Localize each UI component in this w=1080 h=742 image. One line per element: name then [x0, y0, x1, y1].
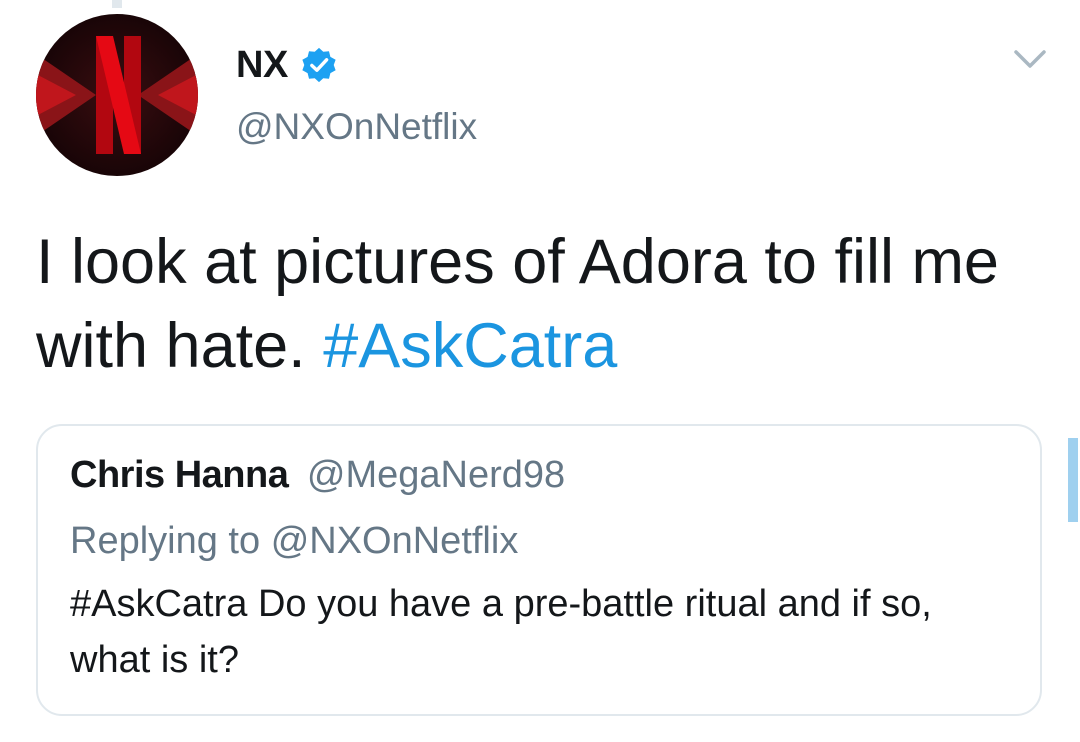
quoted-tweet-card[interactable]: Chris Hanna @MegaNerd98 Replying to @NXO… [36, 424, 1042, 716]
author-display-name[interactable]: NX [236, 44, 288, 87]
quoted-tweet-header: Chris Hanna @MegaNerd98 [70, 454, 565, 497]
quoted-author-name: Chris Hanna [70, 454, 289, 496]
tweet-text: I look at pictures of Adora to fill me w… [36, 220, 1046, 388]
replying-to-label: Replying to [70, 520, 261, 562]
quoted-author-handle: @MegaNerd98 [306, 454, 566, 496]
scrollbar[interactable] [1068, 438, 1078, 522]
verified-badge-icon [302, 47, 336, 83]
hashtag-link[interactable]: #AskCatra [323, 311, 617, 381]
replying-to-handle: @NXOnNetflix [270, 520, 519, 562]
thread-connector-line [112, 0, 122, 8]
quoted-tweet-text: #AskCatra Do you have a pre-battle ritua… [70, 583, 932, 681]
replying-to-line: Replying to @NXOnNetflix [70, 520, 518, 563]
netflix-n-logo-icon [36, 14, 198, 176]
chevron-down-icon[interactable] [1010, 44, 1050, 74]
author-handle[interactable]: @NXOnNetflix [236, 106, 477, 148]
author-name-row[interactable]: NX [236, 40, 338, 90]
avatar[interactable] [36, 14, 198, 176]
